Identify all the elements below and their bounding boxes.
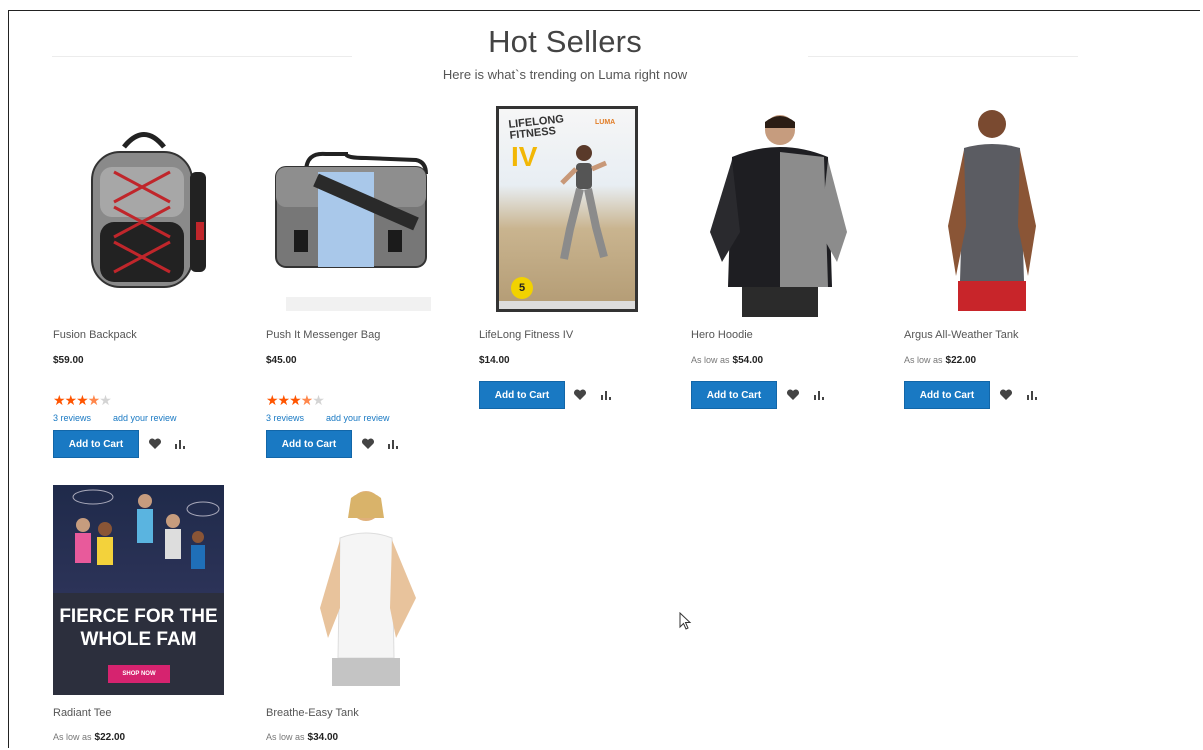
review-links: 3 reviews add your review <box>266 413 390 423</box>
add-to-cart-button[interactable]: Add to Cart <box>266 430 352 458</box>
add-to-cart-button[interactable]: Add to Cart <box>904 381 990 409</box>
product-price: As low as $22.00 <box>904 355 976 366</box>
heart-icon[interactable] <box>999 388 1013 402</box>
product-image-breathe-easy-tank[interactable] <box>276 488 456 693</box>
add-to-cart-button[interactable]: Add to Cart <box>479 381 565 409</box>
product-name[interactable]: Push It Messenger Bag <box>266 329 380 341</box>
product-image-messenger-bag[interactable] <box>266 112 446 317</box>
product-name[interactable]: Argus All-Weather Tank <box>904 329 1019 341</box>
as-low-as-label: As low as <box>904 355 943 365</box>
product-price: As low as $54.00 <box>691 355 763 366</box>
section-title: Hot Sellers <box>488 24 642 59</box>
dvd-brand-logo: LUMA <box>595 119 616 126</box>
add-to-cart-button[interactable]: Add to Cart <box>691 381 777 409</box>
banner-headline-line2: WHOLE FAM <box>80 629 197 650</box>
product-price: $45.00 <box>266 355 297 366</box>
product-image-hoodie[interactable] <box>692 112 872 317</box>
as-low-as-label: As low as <box>691 355 730 365</box>
compare-bars-icon[interactable] <box>812 388 826 402</box>
product-name[interactable]: LifeLong Fitness IV <box>479 329 573 341</box>
compare-bars-icon[interactable] <box>386 437 400 451</box>
dvd-title-numeral: IV <box>511 141 538 172</box>
section-subtitle: Here is what`s trending on Luma right no… <box>442 67 688 82</box>
product-image-backpack[interactable] <box>54 112 234 317</box>
product-name[interactable]: Fusion Backpack <box>53 329 137 341</box>
reviews-link[interactable]: 3 reviews <box>53 413 91 423</box>
mouse-cursor-icon <box>679 612 692 630</box>
reviews-link[interactable]: 3 reviews <box>266 413 304 423</box>
rating-stars: ★★★★★ <box>266 392 325 408</box>
as-low-as-label: As low as <box>266 732 305 742</box>
heart-icon[interactable] <box>573 388 587 402</box>
runner-figure <box>560 145 608 260</box>
product-price: $14.00 <box>479 355 510 366</box>
heart-icon[interactable] <box>148 437 162 451</box>
price-value: $22.00 <box>94 732 126 743</box>
compare-bars-icon[interactable] <box>599 388 613 402</box>
banner-people <box>72 489 220 569</box>
product-name[interactable]: Hero Hoodie <box>691 329 753 341</box>
product-price: As low as $22.00 <box>53 732 125 743</box>
compare-bars-icon[interactable] <box>1025 388 1039 402</box>
review-links: 3 reviews add your review <box>53 413 177 423</box>
banner-shop-now-button[interactable]: SHOP NOW <box>108 665 170 683</box>
banner-headline-line1: FIERCE FOR THE <box>59 606 218 627</box>
product-image-tank[interactable] <box>904 106 1084 311</box>
price-value: $22.00 <box>945 355 977 366</box>
price-value: $54.00 <box>732 355 764 366</box>
product-name[interactable]: Breathe-Easy Tank <box>266 707 359 719</box>
add-to-cart-button[interactable]: Add to Cart <box>53 430 139 458</box>
dvd-footer-strip <box>499 301 635 309</box>
dvd-badge: 5 <box>511 277 533 299</box>
heart-icon[interactable] <box>361 437 375 451</box>
add-review-link[interactable]: add your review <box>326 413 390 423</box>
product-image-dvd-cover[interactable]: LIFELONG FITNESS IV LUMA 5 <box>496 106 638 312</box>
heart-icon[interactable] <box>786 388 800 402</box>
product-name[interactable]: Radiant Tee <box>53 707 112 719</box>
product-price: As low as $34.00 <box>266 732 338 743</box>
price-value: $34.00 <box>307 732 339 743</box>
add-review-link[interactable]: add your review <box>113 413 177 423</box>
rating-stars: ★★★★★ <box>53 392 112 408</box>
product-image-banner[interactable]: FIERCE FOR THE WHOLE FAM SHOP NOW <box>53 485 224 695</box>
as-low-as-label: As low as <box>53 732 92 742</box>
banner-headline: FIERCE FOR THE WHOLE FAM <box>53 605 224 651</box>
compare-bars-icon[interactable] <box>173 437 187 451</box>
product-price: $59.00 <box>53 355 84 366</box>
